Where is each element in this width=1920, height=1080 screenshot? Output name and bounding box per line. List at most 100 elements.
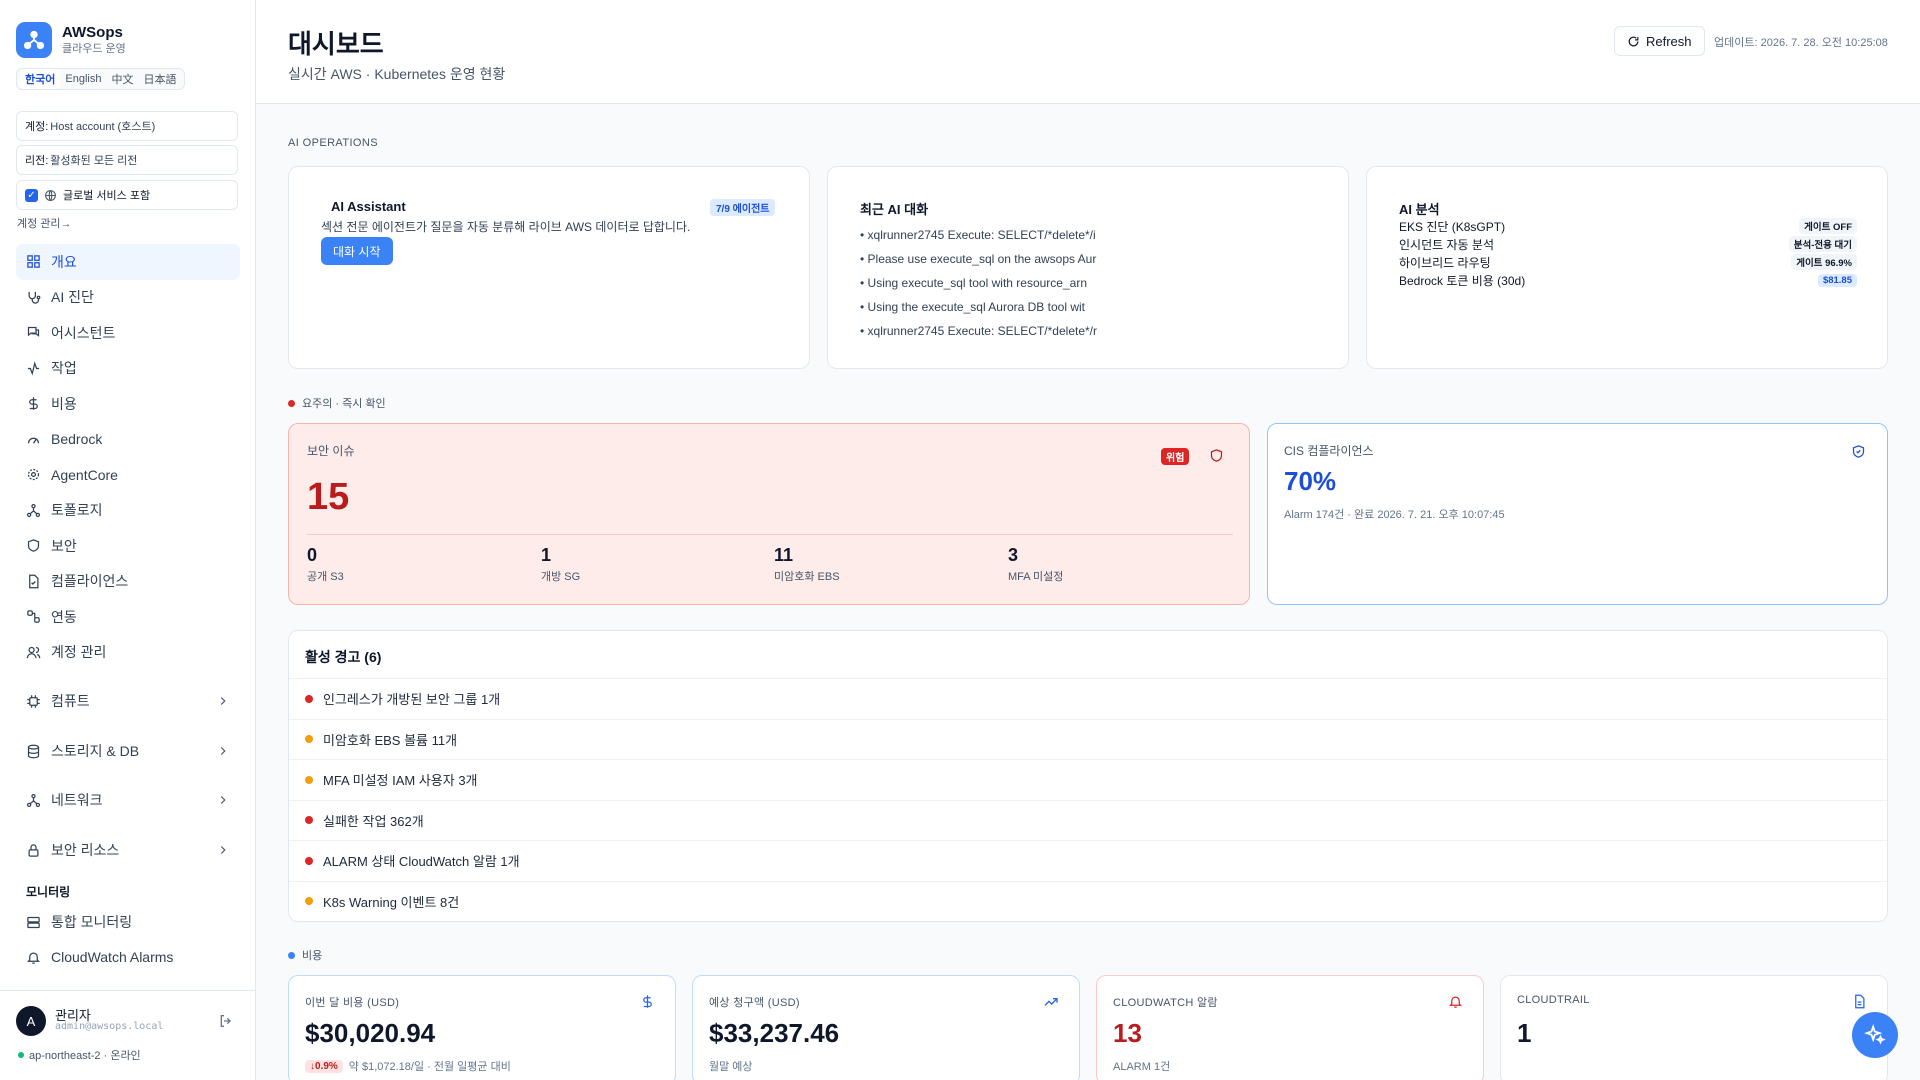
account-manage-link[interactable]: 계정 관리→	[17, 215, 72, 231]
severity-dot-icon	[305, 897, 313, 906]
cost-section-label: 비용	[302, 950, 323, 962]
kpi-note: ↓0.9% 약 $1,072.18/일 · 전월 일평균 대비	[305, 1058, 511, 1074]
dollar-icon	[29, 397, 38, 410]
kpi-label: CLOUDWATCH 알람	[1113, 997, 1218, 1009]
start-chat-button[interactable]: 대화 시작	[321, 237, 393, 265]
lang-korean[interactable]: 한국어	[20, 69, 61, 89]
stat-unencrypted-ebs[interactable]: 11 미암호화 EBS	[774, 545, 994, 584]
stat-label: MFA 미설정	[1008, 571, 1064, 583]
nav-group-storage-db[interactable]: 스토리지 & DB	[16, 733, 240, 769]
region-select-value: 활성화된 모든 리전	[50, 155, 138, 167]
topology-icon	[26, 503, 41, 517]
analysis-row-hybrid-routing[interactable]: 하이브리드 라우팅 게이트 96.9%	[1399, 253, 1857, 271]
analysis-label: Bedrock 토큰 비용 (30d)	[1399, 273, 1526, 288]
stat-value: 0	[307, 545, 318, 565]
chat-icon	[27, 327, 40, 338]
lock-icon	[28, 843, 39, 857]
conversation-item[interactable]: • Using the execute_sql Aurora DB tool w…	[860, 295, 1097, 319]
severity-dot-icon	[305, 816, 313, 825]
checkbox-checked-icon[interactable]: ✓	[25, 188, 38, 202]
user-email: admin@awsops.local	[55, 1021, 164, 1032]
nav-group-security-resources[interactable]: 보안 리소스	[16, 832, 240, 868]
kpi-cloudtrail[interactable]: CLOUDTRAIL 1	[1500, 975, 1888, 1080]
ai-assistant-fab[interactable]	[1852, 1012, 1898, 1058]
alert-row[interactable]: K8s Warning 이벤트 8건	[289, 880, 1887, 922]
nav-item-unified-monitoring[interactable]: 통합 모니터링	[16, 904, 240, 940]
security-issues-card[interactable]: 보안 이슈 위험 15 0 공개 S3 1 개방 SG 11 미암호화 EBS …	[288, 423, 1250, 605]
kpi-note: ALARM 1건	[1113, 1061, 1171, 1073]
nav-item-bedrock[interactable]: Bedrock	[16, 422, 240, 458]
ai-assistant-title: AI Assistant	[331, 199, 406, 214]
cis-compliance-card[interactable]: CIS 컴플라이언스 70% Alarm 174건 · 완료 2026. 7. …	[1267, 423, 1888, 605]
logout-icon[interactable]	[218, 1013, 234, 1029]
app-subtitle: 클라우드 운영	[62, 43, 126, 55]
nav-item-agentcore[interactable]: AgentCore	[16, 457, 240, 493]
connection-status-text: ap-northeast-2 · 온라인	[29, 1050, 141, 1062]
dollar-icon	[643, 995, 652, 1008]
severity-badge: 위험	[1161, 448, 1190, 465]
nav-label: 연동	[51, 608, 77, 625]
grid-icon	[27, 255, 40, 268]
nav-item-security[interactable]: 보안	[16, 528, 240, 564]
bell-icon	[26, 952, 41, 964]
nav-item-compliance[interactable]: 컴플라이언스	[16, 564, 240, 600]
refresh-button[interactable]: Refresh	[1614, 26, 1705, 56]
conversation-item[interactable]: • Using execute_sql tool with resource_a…	[860, 271, 1097, 295]
alert-text: K8s Warning 이벤트 8건	[323, 894, 460, 910]
nav-item-ai-diagnosis[interactable]: AI 진단	[16, 280, 240, 316]
global-services-label: 글로벌 서비스 포함	[63, 190, 151, 202]
nav-item-integration[interactable]: 연동	[16, 599, 240, 635]
nav-group-compute[interactable]: 컴퓨트	[16, 683, 240, 719]
lang-chinese[interactable]: 中文	[106, 69, 138, 89]
nav-item-assistant[interactable]: 어시스턴트	[16, 315, 240, 351]
stat-public-s3[interactable]: 0 공개 S3	[307, 545, 527, 584]
nav-group-label: 보안 리소스	[51, 842, 120, 858]
nav-item-overview[interactable]: 개요	[16, 244, 240, 280]
brand[interactable]: AWSops 클라우드 운영	[16, 22, 126, 58]
severity-dot-icon	[305, 735, 313, 744]
stat-open-sg[interactable]: 1 개방 SG	[541, 545, 761, 584]
app-logo	[16, 22, 52, 58]
alert-row[interactable]: 미암호화 EBS 볼륨 11개	[289, 718, 1887, 760]
nav-item-cloudwatch-alarms[interactable]: CloudWatch Alarms	[16, 939, 240, 975]
region-select-key: 리전:	[25, 155, 49, 167]
alert-row[interactable]: 실패한 작업 362개	[289, 799, 1887, 841]
conversation-item[interactable]: • xqlrunner2745 Execute: SELECT/*delete*…	[860, 223, 1097, 247]
nav-item-topology[interactable]: 토폴로지	[16, 493, 240, 529]
severity-dot-icon	[305, 694, 313, 703]
page-title: 대시보드	[288, 29, 384, 59]
nav-label: 개요	[51, 253, 77, 270]
cis-label: CIS 컴플라이언스	[1284, 444, 1374, 458]
cost-section-header: 비용	[288, 947, 322, 963]
avatar[interactable]: A	[16, 1006, 46, 1036]
alert-row[interactable]: MFA 미설정 IAM 사용자 3개	[289, 759, 1887, 800]
lang-english[interactable]: English	[60, 71, 106, 87]
shield-icon	[27, 539, 40, 553]
nav-label: 통합 모니터링	[51, 914, 133, 930]
nav-item-cost[interactable]: 비용	[16, 386, 240, 422]
analysis-badge: 게이트 96.9%	[1791, 254, 1857, 270]
analysis-row-eks[interactable]: EKS 진단 (K8sGPT) 게이트 OFF	[1399, 217, 1857, 235]
analysis-row-bedrock-cost[interactable]: Bedrock 토큰 비용 (30d) $81.85	[1399, 271, 1857, 289]
conversation-item[interactable]: • Please use execute_sql on the awsops A…	[860, 247, 1097, 271]
kpi-forecast[interactable]: 예상 청구액 (USD) $33,237.46 월말 예상	[692, 975, 1080, 1080]
alert-row[interactable]: 인그레스가 개방된 보안 그룹 1개	[289, 678, 1887, 719]
global-services-toggle[interactable]: ✓ 글로벌 서비스 포함	[16, 180, 238, 210]
conversation-item[interactable]: • xqlrunner2745 Execute: SELECT/*delete*…	[860, 319, 1097, 343]
analysis-row-incident[interactable]: 인시던트 자동 분석 분석-전용 대기	[1399, 235, 1857, 253]
kpi-cloudwatch-alarms[interactable]: CLOUDWATCH 알람 13 ALARM 1건	[1096, 975, 1484, 1080]
nav-item-jobs[interactable]: 작업	[16, 351, 240, 387]
region-select[interactable]: 리전: 활성화된 모든 리전	[16, 145, 238, 175]
nav-label: AI 진단	[51, 289, 94, 306]
kpi-note: 월말 예상	[709, 1061, 753, 1073]
alert-row[interactable]: ALARM 상태 CloudWatch 알람 1개	[289, 840, 1887, 881]
nav-item-account-management[interactable]: 계정 관리	[16, 635, 240, 671]
lang-japanese[interactable]: 日本語	[138, 69, 181, 89]
kpi-month-cost[interactable]: 이번 달 비용 (USD) $30,020.94 ↓0.9% 약 $1,072.…	[288, 975, 676, 1080]
page-subtitle: 실시간 AWS · Kubernetes 운영 현황	[288, 66, 506, 82]
bell-icon	[1448, 996, 1463, 1008]
nav-group-network[interactable]: 네트워크	[16, 782, 240, 818]
stat-mfa-missing[interactable]: 3 MFA 미설정	[1008, 545, 1228, 584]
account-select[interactable]: 계정: Host account (호스트)	[16, 111, 238, 141]
ai-analysis-title: AI 분석	[1399, 202, 1440, 217]
